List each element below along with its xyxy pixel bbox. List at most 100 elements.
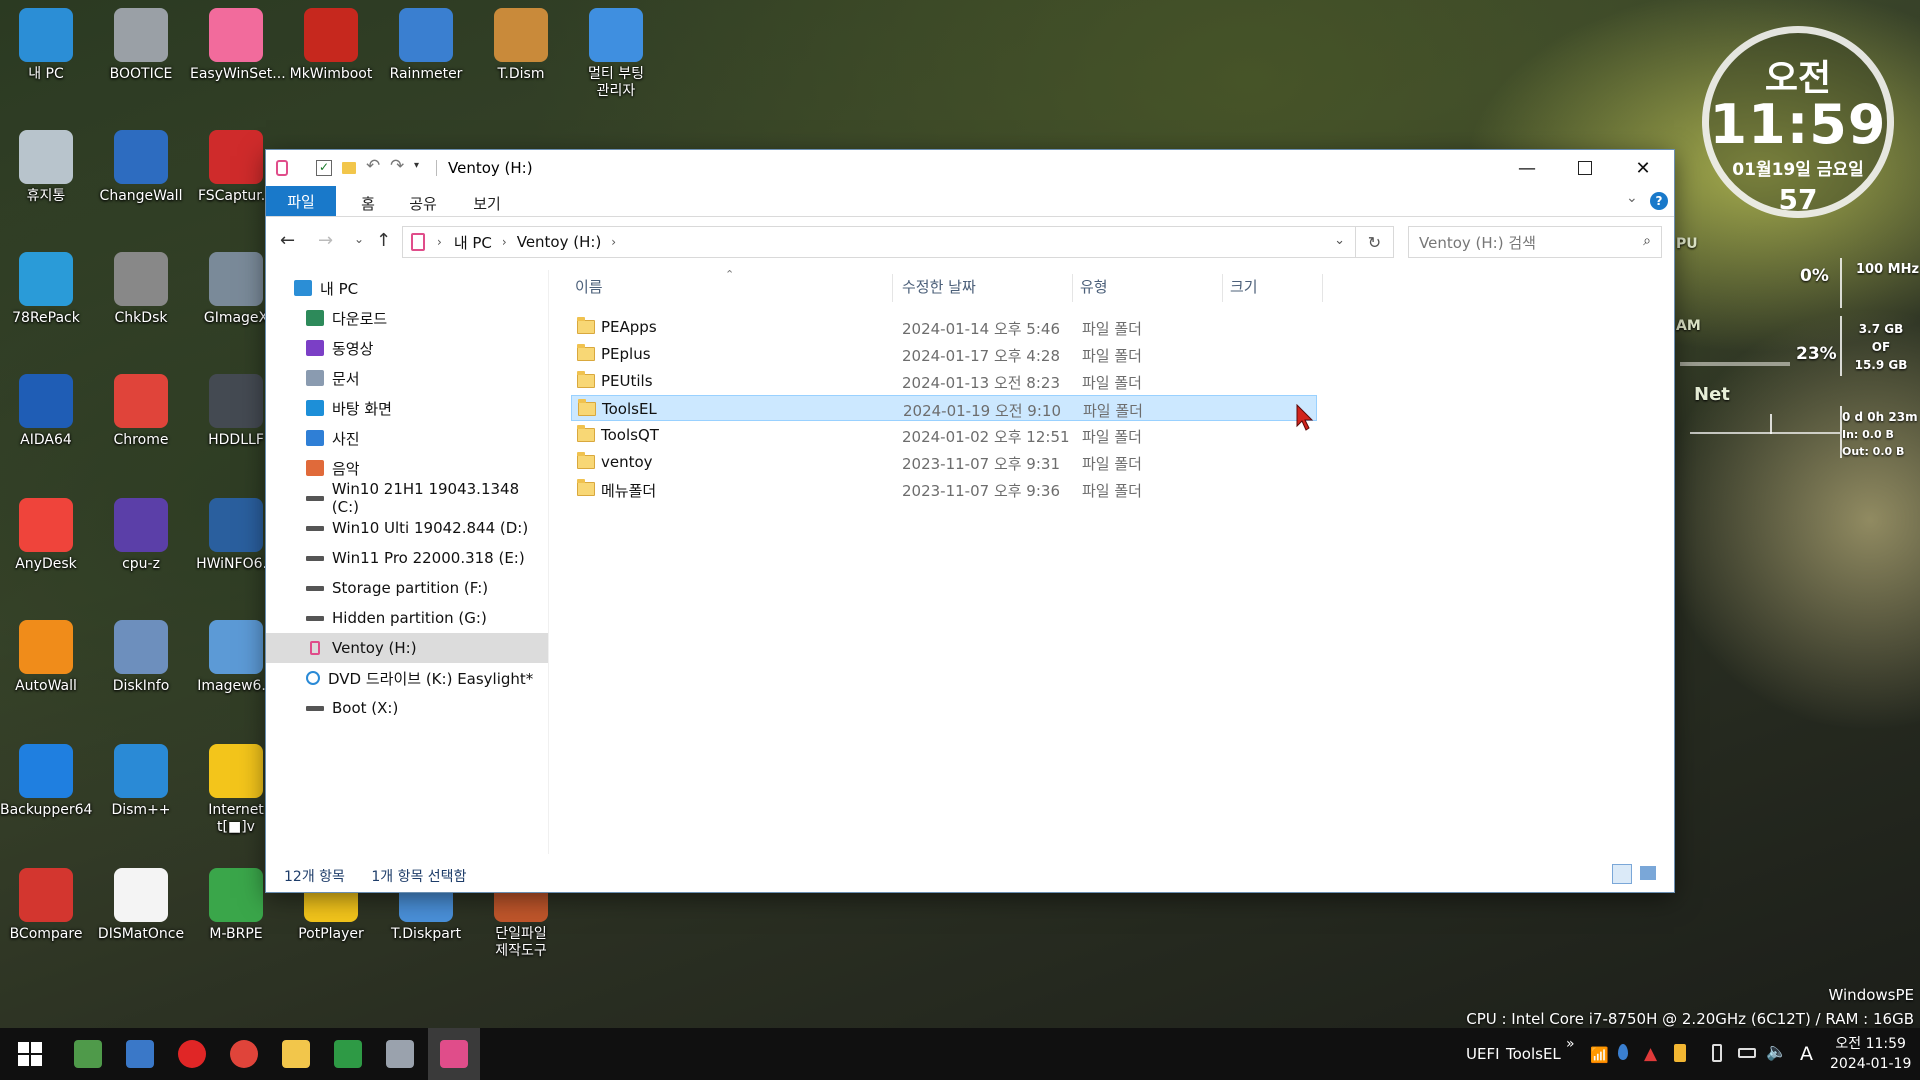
nav-item-2[interactable]: 동영상 [306, 334, 373, 362]
desktop-icon-3[interactable]: MkWimboot [285, 8, 377, 83]
close-button[interactable]: ✕ [1614, 150, 1672, 186]
desktop-icon-22[interactable]: Backupper64 [0, 744, 92, 819]
tray-overflow-chevron[interactable]: » [1566, 1018, 1575, 1070]
battery-tray-icon[interactable] [1674, 1044, 1686, 1062]
nav-item-14[interactable]: Boot (X:) [306, 694, 398, 722]
back-icon[interactable]: ← [280, 230, 295, 251]
help-icon[interactable]: ? [1650, 192, 1668, 210]
tab-home[interactable]: 홈 [346, 190, 390, 216]
desktop-icon-8[interactable]: ChangeWall [95, 130, 187, 205]
taskbar-button-2[interactable] [114, 1028, 166, 1080]
column-name[interactable]: 이름 [575, 270, 603, 302]
tab-file[interactable]: 파일 [266, 186, 336, 216]
breadcrumb-ventoy[interactable]: Ventoy (H:) [517, 233, 602, 251]
tab-view[interactable]: 보기 [462, 190, 512, 216]
desktop-icon-6[interactable]: 멀티 부팅 관리자 [570, 8, 662, 100]
column-divider[interactable] [1072, 274, 1073, 302]
taskbar-button-8[interactable] [428, 1028, 480, 1080]
nav-item-12[interactable]: Ventoy (H:) [306, 634, 417, 662]
search-input[interactable]: Ventoy (H:) 검색 ⌕ [1408, 226, 1662, 258]
desktop-icon-20[interactable]: DiskInfo [95, 620, 187, 695]
taskbar-button-7[interactable] [374, 1028, 426, 1080]
desktop-icon-2[interactable]: EasyWinSet... [190, 8, 286, 83]
minimize-button[interactable]: — [1498, 150, 1556, 186]
column-date-modified[interactable]: 수정한 날짜 [902, 270, 976, 302]
file-row-ventoy[interactable]: ventoy 2023-11-07 오후 9:31 파일 폴더 [571, 449, 1317, 475]
desktop-icon-10[interactable]: 78RePack [0, 252, 92, 327]
breadcrumb-chevron-icon[interactable]: › [502, 235, 507, 249]
tray-label-uefi[interactable]: UEFI [1466, 1028, 1500, 1080]
nav-item-9[interactable]: Win11 Pro 22000.318 (E:) [306, 544, 525, 572]
desktop-icon-7[interactable]: 휴지통 [0, 130, 92, 205]
desktop-icon-11[interactable]: ChkDsk [95, 252, 187, 327]
desktop-icon-5[interactable]: T.Dism [475, 8, 567, 83]
taskbar-button-6[interactable] [322, 1028, 374, 1080]
desktop-icon-1[interactable]: BOOTICE [95, 8, 187, 83]
column-divider[interactable] [892, 274, 893, 302]
maximize-button[interactable] [1556, 150, 1614, 186]
desktop-icon-4[interactable]: Rainmeter [380, 8, 472, 83]
nav-item-5[interactable]: 사진 [306, 424, 360, 452]
taskbar-button-1[interactable] [62, 1028, 114, 1080]
antivirus-tray-icon[interactable]: ▲ [1644, 1044, 1657, 1064]
taskbar-button-4[interactable] [218, 1028, 270, 1080]
refresh-button[interactable]: ↻ [1356, 226, 1394, 258]
nav-item-0[interactable]: 내 PC [294, 274, 358, 302]
tray-label-tool[interactable]: ToolsEL [1506, 1028, 1561, 1080]
ime-indicator[interactable]: A [1800, 1028, 1813, 1080]
taskbar-clock[interactable]: 오전 11:59 2024-01-19 [1830, 1028, 1911, 1080]
forward-icon[interactable]: → [318, 230, 333, 251]
breadcrumb-my-pc[interactable]: 내 PC [454, 232, 492, 253]
column-size[interactable]: 크기 [1230, 270, 1258, 302]
new-folder-icon[interactable] [342, 162, 356, 174]
nav-item-7[interactable]: Win10 21H1 19043.1348 (C:) [306, 480, 548, 516]
desktop-icon-13[interactable]: AIDA64 [0, 374, 92, 449]
quick-access-dropdown-icon[interactable]: ▾ [414, 160, 419, 171]
nav-item-10[interactable]: Storage partition (F:) [306, 574, 488, 602]
breadcrumb-chevron-icon[interactable]: › [437, 235, 442, 249]
nav-item-13[interactable]: DVD 드라이브 (K:) Easylight* [306, 664, 533, 692]
up-icon[interactable]: ↑ [376, 230, 391, 251]
nav-item-3[interactable]: 문서 [306, 364, 360, 392]
desktop-icon-25[interactable]: BCompare [0, 868, 92, 943]
expand-ribbon-icon[interactable]: ⌄ [1626, 190, 1638, 206]
usb-tray-icon[interactable] [1712, 1044, 1722, 1062]
nav-item-1[interactable]: 다운로드 [306, 304, 387, 332]
desktop-icon-14[interactable]: Chrome [95, 374, 187, 449]
desktop-icon-17[interactable]: cpu-z [95, 498, 187, 573]
nav-item-6[interactable]: 음악 [306, 454, 360, 482]
file-row-toolsqt[interactable]: ToolsQT 2024-01-02 오후 12:51 파일 폴더 [571, 422, 1317, 448]
file-row-peutils[interactable]: PEUtils 2024-01-13 오전 8:23 파일 폴더 [571, 368, 1317, 394]
desktop-icon-16[interactable]: AnyDesk [0, 498, 92, 573]
desktop-icon-19[interactable]: AutoWall [0, 620, 92, 695]
volume-icon[interactable]: 🔈 [1766, 1042, 1787, 1062]
taskbar-button-5[interactable] [270, 1028, 322, 1080]
nav-item-4[interactable]: 바탕 화면 [306, 394, 392, 422]
redo-icon[interactable]: ↷ [390, 156, 404, 176]
address-bar[interactable]: › 내 PC › Ventoy (H:) › ⌄ [402, 226, 1356, 258]
column-divider[interactable] [1322, 274, 1323, 302]
details-view-icon[interactable] [1612, 864, 1632, 884]
file-row-peapps[interactable]: PEApps 2024-01-14 오후 5:46 파일 폴더 [571, 314, 1317, 340]
nav-item-8[interactable]: Win10 Ulti 19042.844 (D:) [306, 514, 528, 542]
power-tray-icon[interactable] [1738, 1048, 1756, 1058]
tab-share[interactable]: 공유 [398, 190, 448, 216]
undo-icon[interactable]: ↶ [366, 156, 380, 176]
file-row-메뉴폴더[interactable]: 메뉴폴더 2023-11-07 오후 9:36 파일 폴더 [571, 476, 1317, 502]
file-row-peplus[interactable]: PEplus 2024-01-17 오후 4:28 파일 폴더 [571, 341, 1317, 367]
nav-item-11[interactable]: Hidden partition (G:) [306, 604, 487, 632]
desktop-icon-23[interactable]: Dism++ [95, 744, 187, 819]
large-icons-view-icon[interactable] [1640, 866, 1656, 880]
column-divider[interactable] [1222, 274, 1223, 302]
desktop-icon-0[interactable]: 내 PC [0, 8, 92, 83]
recent-locations-icon[interactable]: ⌄ [354, 232, 364, 246]
network-icon[interactable]: 📶 [1590, 1046, 1609, 1064]
desktop-icon-26[interactable]: DISMatOnce [95, 868, 187, 943]
breadcrumb-chevron-icon[interactable]: › [611, 235, 616, 249]
taskbar-button-3[interactable] [166, 1028, 218, 1080]
column-type[interactable]: 유형 [1080, 270, 1108, 302]
taskbar-button-0[interactable] [4, 1028, 56, 1080]
rainmeter-tray-icon[interactable] [1618, 1044, 1628, 1060]
title-bar[interactable]: ✓ ↶ ↷ ▾ Ventoy (H:) — ✕ [266, 150, 1674, 186]
address-dropdown-icon[interactable]: ⌄ [1334, 233, 1345, 248]
